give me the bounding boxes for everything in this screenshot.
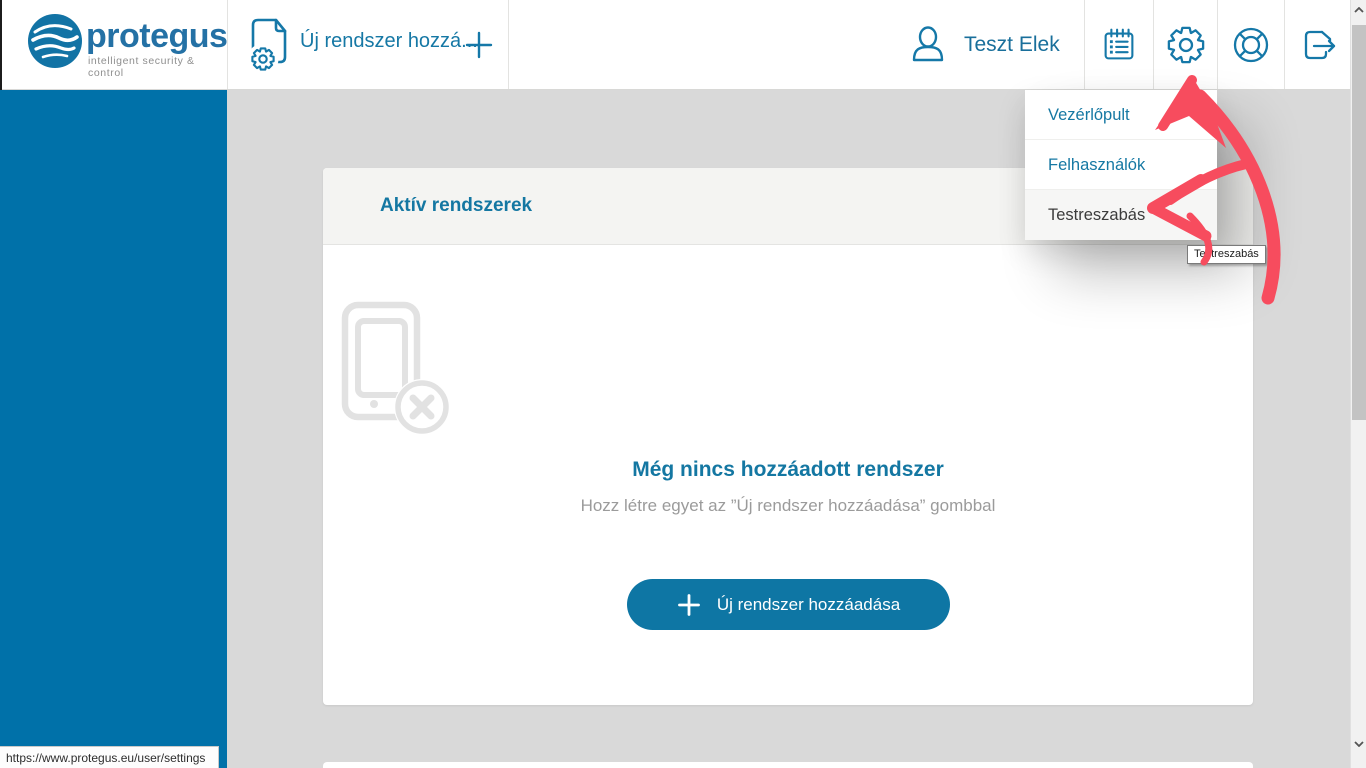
scroll-up-button[interactable] — [1351, 2, 1366, 18]
menu-item-felhasznalok[interactable]: Felhasználók — [1025, 140, 1217, 190]
add-system-button-label: Új rendszer hozzáadása — [717, 595, 900, 615]
top-header: protegus intelligent security & control … — [0, 0, 1350, 90]
logout-icon — [1296, 23, 1340, 67]
empty-state: Még nincs hozzáadott rendszer Hozz létre… — [323, 245, 1253, 516]
add-system-label: Új rendszer hozzá... — [300, 30, 478, 53]
testreszabas-tooltip: Testreszabás — [1187, 245, 1266, 264]
active-systems-card: Aktív rendszerek Még nincs hozzáadott re… — [323, 168, 1253, 705]
chevron-down-icon — [1354, 741, 1364, 747]
menu-item-vezerlopult[interactable]: Vezérlőpult — [1025, 90, 1217, 140]
plus-icon — [677, 593, 701, 617]
lifebuoy-help-icon — [1230, 24, 1272, 66]
user-account-button[interactable]: Teszt Elek — [898, 0, 1084, 89]
logout-button[interactable] — [1284, 0, 1350, 89]
chevron-up-icon — [1354, 7, 1364, 13]
header-divider — [508, 0, 509, 89]
plus-icon — [464, 30, 494, 60]
window-edge-artifact — [0, 0, 2, 90]
empty-state-title: Még nincs hozzáadott rendszer — [323, 458, 1253, 482]
add-system-primary-button[interactable]: Új rendszer hozzáadása — [627, 579, 950, 630]
empty-state-subtitle: Hozz létre egyet az ”Új rendszer hozzáad… — [323, 496, 1253, 516]
next-card-sliver — [323, 762, 1253, 768]
protegus-logo-icon — [27, 13, 83, 69]
browser-status-link: https://www.protegus.eu/user/settings — [0, 746, 219, 768]
no-system-phone-icon — [323, 300, 463, 440]
help-button[interactable] — [1217, 0, 1284, 89]
add-system-header-button[interactable]: Új rendszer hozzá... — [228, 0, 508, 89]
scrollbar-thumb[interactable] — [1352, 25, 1366, 420]
page-scrollbar[interactable] — [1350, 0, 1366, 768]
settings-dropdown-menu: Vezérlőpult Felhasználók Testreszabás — [1025, 90, 1217, 240]
brand-tagline: intelligent security & control — [88, 55, 224, 79]
scroll-down-button[interactable] — [1351, 736, 1366, 752]
settings-button[interactable] — [1153, 0, 1217, 89]
events-agenda-button[interactable] — [1084, 0, 1153, 89]
left-sidebar — [0, 90, 227, 768]
menu-item-testreszabas[interactable]: Testreszabás — [1025, 190, 1217, 240]
settings-gear-icon — [1165, 24, 1207, 66]
card-title: Aktív rendszerek — [380, 195, 532, 217]
user-icon — [906, 23, 950, 67]
protegus-app: protegus intelligent security & control … — [0, 0, 1366, 768]
new-system-document-gear-icon — [242, 12, 300, 76]
agenda-list-icon — [1098, 23, 1140, 67]
brand-name: protegus — [86, 17, 227, 56]
protegus-logo[interactable]: protegus intelligent security & control — [24, 11, 224, 79]
user-name: Teszt Elek — [964, 33, 1060, 57]
